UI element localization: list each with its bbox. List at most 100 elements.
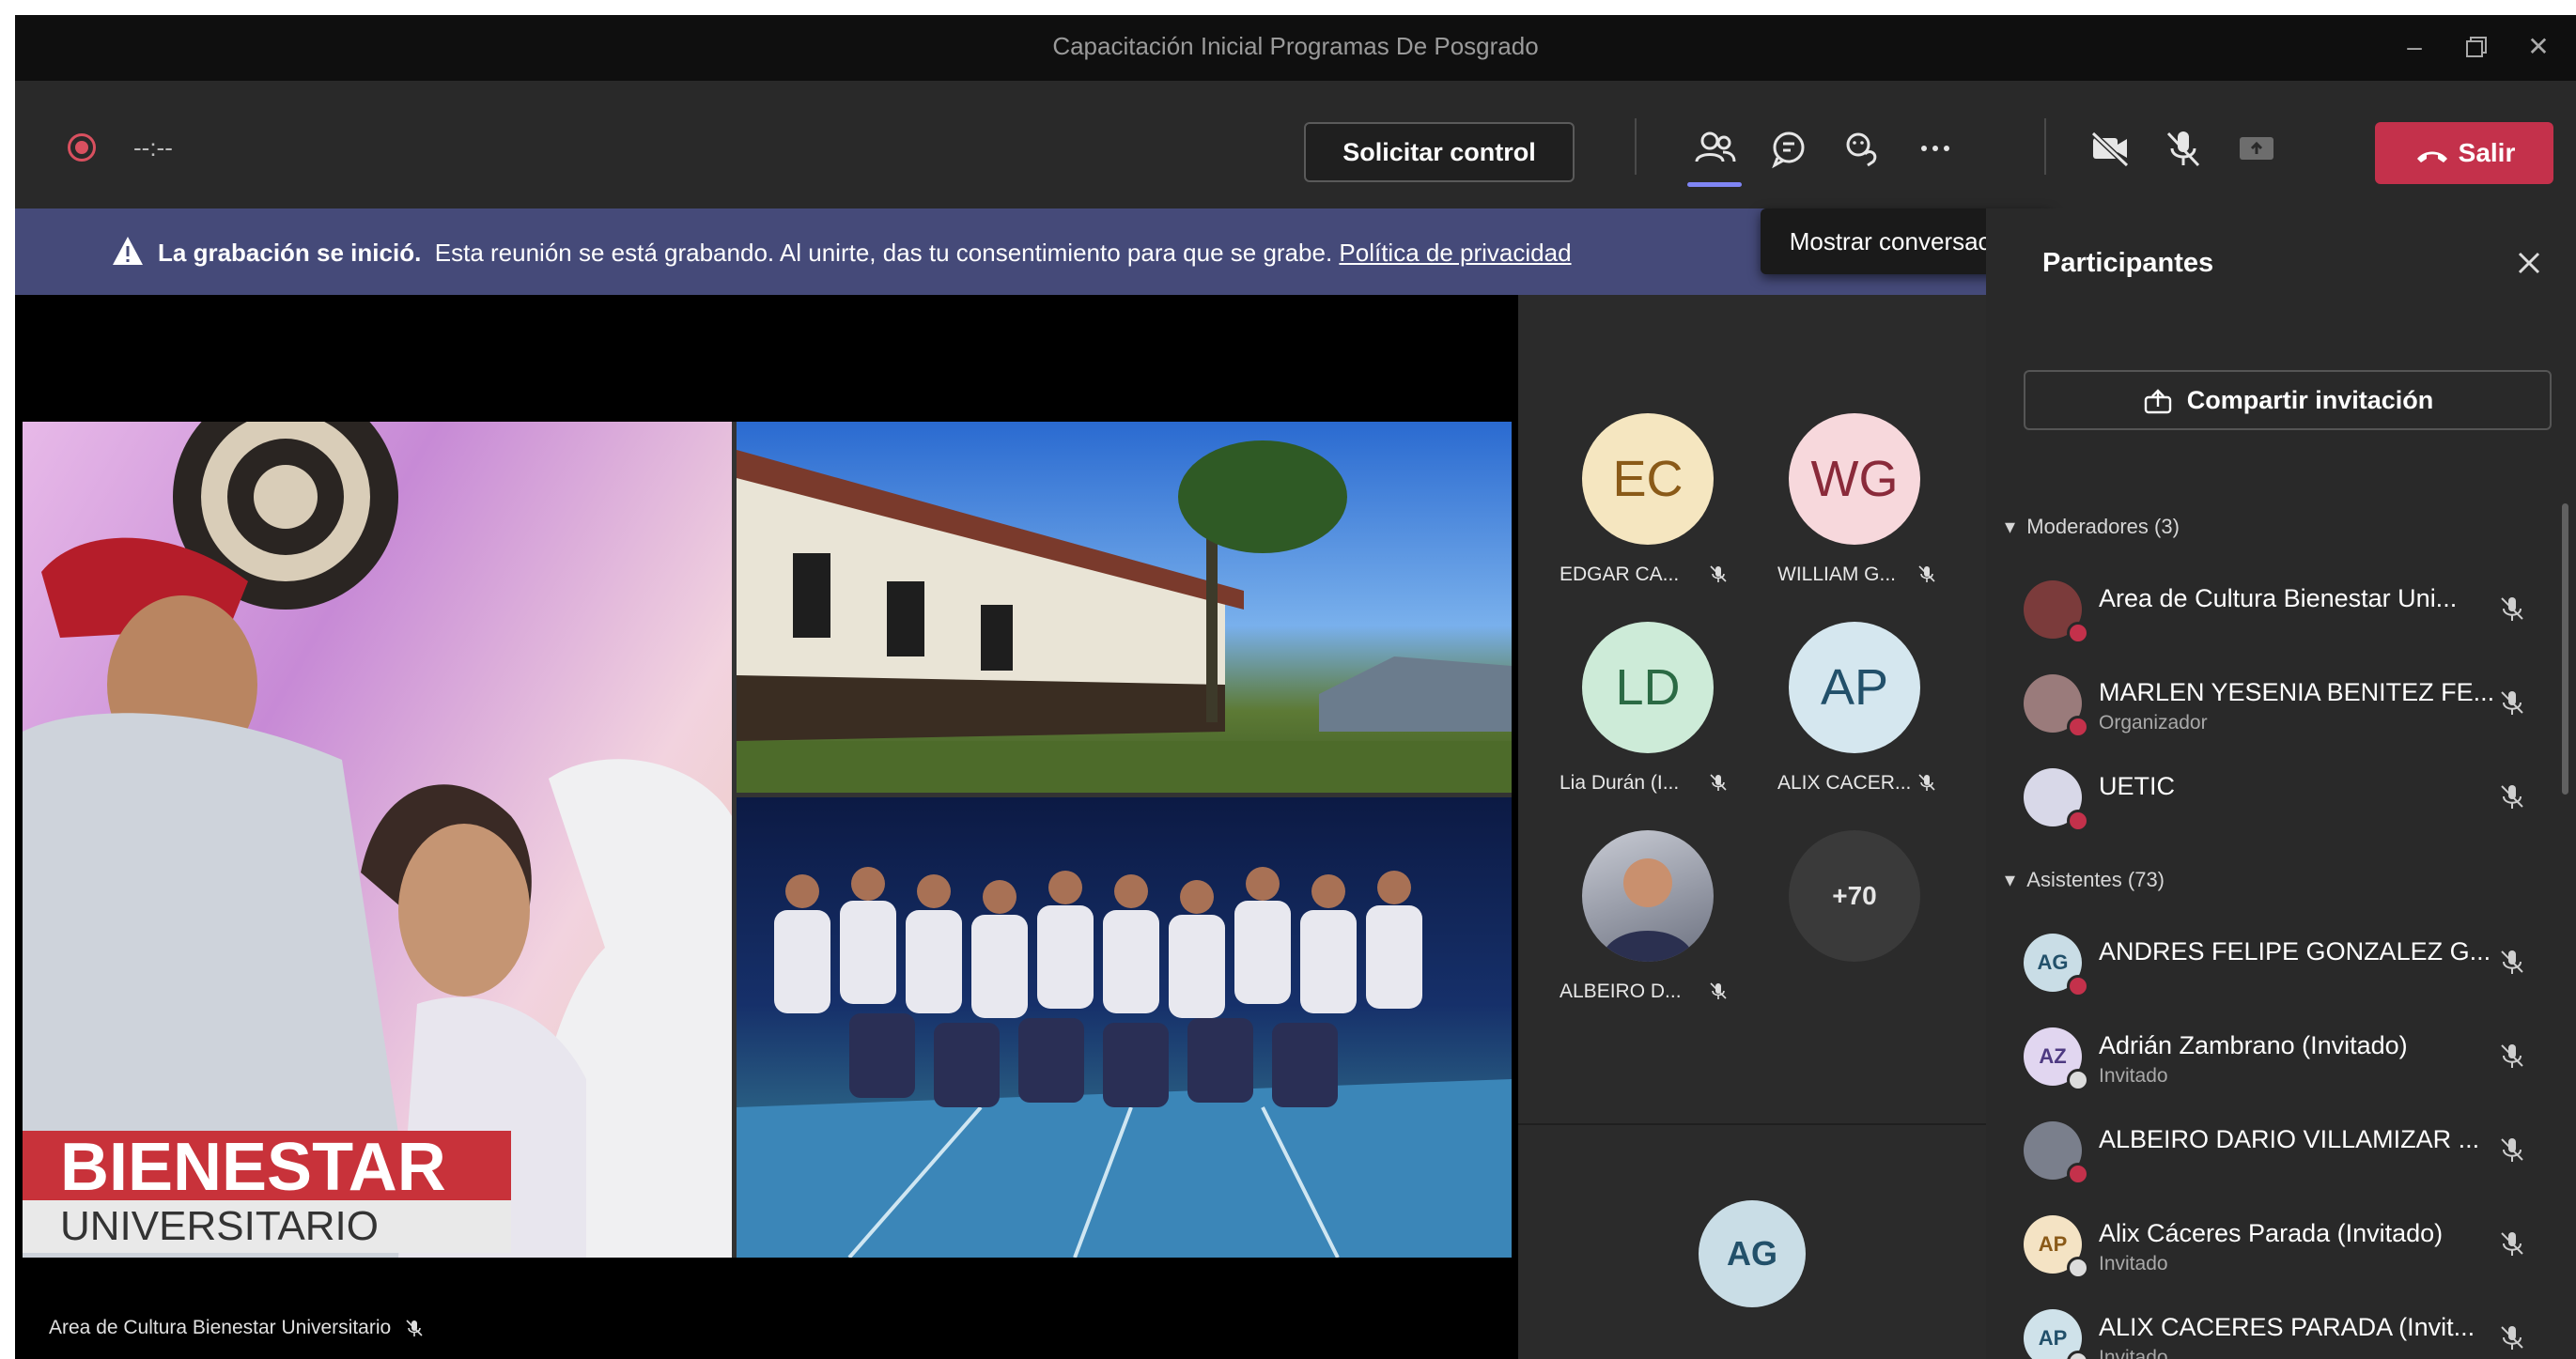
close-window-icon[interactable]: ✕: [2520, 28, 2557, 66]
mic-off-icon[interactable]: [2497, 1228, 2527, 1259]
hang-up-icon: [2416, 151, 2447, 162]
teams-meeting-window: Capacitación Inicial Programas De Posgra…: [15, 15, 2576, 1359]
avatar-initials: AP: [2038, 1326, 2068, 1350]
leave-button[interactable]: Salir: [2375, 122, 2553, 184]
universitario-label: UNIVERSITARIO: [23, 1200, 511, 1253]
mic-off-icon[interactable]: [2497, 947, 2527, 977]
more-options-icon[interactable]: [1909, 122, 1962, 175]
participant-name: UETIC: [2099, 772, 2175, 800]
participant-role: Invitado: [2099, 1253, 2168, 1274]
status-badge: [2067, 975, 2089, 997]
share-screen-icon[interactable]: [2230, 122, 2283, 175]
reactions-icon[interactable]: [1836, 122, 1888, 175]
toolbar-divider: [1635, 118, 1637, 175]
mic-off-icon[interactable]: [2497, 1322, 2527, 1352]
more-participants-count: +70: [1832, 881, 1877, 910]
participants-icon[interactable]: [1689, 122, 1742, 175]
mic-off-icon: [1918, 565, 1935, 582]
mic-off-icon[interactable]: [2157, 122, 2210, 175]
avatar-lia[interactable]: LD: [1582, 622, 1714, 753]
participant-name: ALBEIRO D...: [1560, 981, 1682, 1002]
avatar-initials: AP: [1820, 659, 1889, 716]
attendees-section[interactable]: ▾ Asistentes (73): [2005, 868, 2165, 892]
recording-consent-text: Esta reunión se está grabando. Al unirte…: [434, 239, 1333, 267]
mic-off-icon[interactable]: [2497, 1135, 2527, 1165]
panel-scrollbar[interactable]: [2562, 503, 2568, 795]
participant-name: Lia Durán (I...: [1560, 772, 1680, 794]
chat-icon[interactable]: [1762, 122, 1815, 175]
avatar-initials: AZ: [2039, 1044, 2067, 1068]
restore-icon[interactable]: [2458, 28, 2495, 66]
avatar-initials: AP: [2038, 1232, 2068, 1256]
camera-off-icon[interactable]: [2084, 122, 2136, 175]
leave-label: Salir: [2458, 138, 2516, 167]
status-badge: [2067, 716, 2089, 738]
share-invite-label: Compartir invitación: [2186, 386, 2434, 414]
participant-row[interactable]: ALBEIRO DARIO VILLAMIZAR ...: [1986, 1110, 2576, 1189]
status-badge: [2067, 1069, 2089, 1091]
window-title: Capacitación Inicial Programas De Posgra…: [1052, 32, 1539, 60]
status-badge: [2067, 622, 2089, 644]
mic-off-icon[interactable]: [2497, 1041, 2527, 1071]
avatar-initials: AG: [1727, 1234, 1777, 1273]
presenter-caption: Area de Cultura Bienestar Universitario: [49, 1317, 425, 1339]
mic-off-icon[interactable]: [2497, 781, 2527, 811]
toolbar-divider: [2044, 118, 2046, 175]
campus-house-photo: [737, 422, 1512, 793]
avatar-alix[interactable]: AP: [1789, 622, 1920, 753]
participant-name: Adrián Zambrano (Invitado): [2099, 1031, 2408, 1059]
avatar-edgar[interactable]: EC: [1582, 413, 1714, 545]
mic-off-icon[interactable]: [2497, 687, 2527, 718]
avatar-albeiro-photo[interactable]: [1582, 830, 1714, 962]
chevron-down-icon: ▾: [2005, 868, 2016, 891]
participant-row[interactable]: UETIC: [1986, 757, 2576, 836]
avatar-initials: AG: [2037, 950, 2069, 974]
participant-name: WILLIAM G...: [1777, 564, 1897, 585]
status-badge: [2067, 1257, 2089, 1279]
participant-role: Invitado: [2099, 1065, 2168, 1087]
avatar-initials: LD: [1615, 659, 1681, 716]
athletes-team-photo: [737, 797, 1512, 1258]
participant-row[interactable]: Area de Cultura Bienestar Uni...: [1986, 569, 2576, 648]
minimize-icon[interactable]: –: [2396, 28, 2433, 66]
participant-row[interactable]: AG ANDRES FELIPE GONZALEZ G...: [1986, 922, 2576, 1001]
avatar-william[interactable]: WG: [1789, 413, 1920, 545]
panel-title: Participantes: [2042, 248, 2214, 278]
participant-row[interactable]: MARLEN YESENIA BENITEZ FE... Organizador: [1986, 663, 2576, 742]
participants-active-indicator: [1687, 182, 1742, 187]
request-control-button[interactable]: Solicitar control: [1304, 122, 1575, 182]
avatar-initials: WG: [1810, 451, 1899, 507]
participant-row[interactable]: AP ALIX CACERES PARADA (Invit... Invitado: [1986, 1298, 2576, 1359]
recording-started-label: La grabación se inició.: [158, 239, 422, 267]
share-invite-button[interactable]: Compartir invitación: [2024, 370, 2552, 430]
presenter-name: Area de Cultura Bienestar Universitario: [49, 1317, 392, 1338]
recording-message: La grabación se inició. Esta reunión se …: [158, 239, 1572, 268]
recording-banner: La grabación se inició. Esta reunión se …: [15, 208, 1986, 295]
moderators-section[interactable]: ▾ Moderadores (3): [2005, 515, 2180, 539]
participant-row[interactable]: AZ Adrián Zambrano (Invitado) Invitado: [1986, 1016, 2576, 1095]
meeting-toolbar: --:-- Solicitar control Salir: [15, 81, 2576, 208]
status-badge: [2067, 1163, 2089, 1185]
mic-off-icon[interactable]: [2497, 594, 2527, 624]
meeting-timer: --:--: [133, 133, 173, 162]
bienestar-label: BIENESTAR: [23, 1131, 511, 1204]
privacy-policy-link[interactable]: Política de privacidad: [1339, 239, 1571, 267]
participants-panel: Participantes Compartir invitación ▾ Mod…: [1986, 208, 2576, 1359]
participant-name: Area de Cultura Bienestar Uni...: [2099, 584, 2458, 612]
participant-role: Organizador: [2099, 712, 2208, 734]
more-participants-button[interactable]: +70: [1789, 830, 1920, 962]
shared-content-stage: BIENESTAR UNIVERSITARIO Area de Cultura …: [15, 295, 1518, 1359]
shared-presentation: BIENESTAR UNIVERSITARIO: [23, 422, 1512, 1258]
recording-indicator-icon: [68, 133, 96, 162]
mic-off-icon: [406, 1320, 423, 1337]
close-icon[interactable]: [2510, 244, 2548, 282]
share-invite-icon: [2144, 389, 2171, 414]
mic-off-icon: [1710, 565, 1727, 582]
participant-name: ALIX CACER...: [1777, 772, 1912, 794]
self-avatar[interactable]: AG: [1699, 1200, 1806, 1307]
mic-off-icon: [1710, 982, 1727, 999]
status-badge: [2067, 810, 2089, 832]
participant-row[interactable]: AP Alix Cáceres Parada (Invitado) Invitado: [1986, 1204, 2576, 1283]
participant-name: EDGAR CA...: [1560, 564, 1680, 585]
warning-icon: [113, 237, 143, 265]
